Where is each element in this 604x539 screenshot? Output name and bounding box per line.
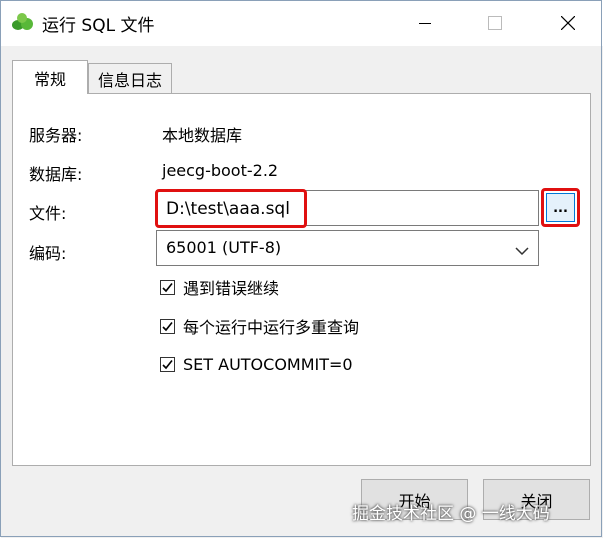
- close-window-button[interactable]: [545, 0, 591, 46]
- chevron-down-icon[interactable]: [515, 241, 529, 260]
- checkmark-icon: [162, 282, 173, 292]
- encoding-label: 编码:: [29, 244, 67, 263]
- continue-on-error-label: 遇到错误继续: [183, 279, 280, 298]
- checkmark-icon: [162, 359, 173, 369]
- option-multiple-queries[interactable]: 每个运行中运行多重查询: [160, 315, 359, 337]
- checkbox-multiple-queries[interactable]: [160, 318, 175, 334]
- autocommit-label: SET AUTOCOMMIT=0: [183, 354, 353, 374]
- window-title: 运行 SQL 文件: [42, 16, 155, 36]
- multiple-queries-label: 每个运行中运行多重查询: [183, 318, 360, 337]
- browse-file-button[interactable]: ...: [546, 193, 575, 222]
- server-label: 服务器:: [29, 126, 83, 145]
- database-label: 数据库:: [29, 165, 83, 184]
- option-autocommit[interactable]: SET AUTOCOMMIT=0: [160, 353, 353, 375]
- file-label: 文件:: [29, 204, 67, 223]
- minimize-button[interactable]: [402, 0, 448, 46]
- checkmark-icon: [162, 321, 173, 331]
- tab-info-log[interactable]: 信息日志: [88, 63, 172, 93]
- database-value: jeecg-boot-2.2: [162, 161, 279, 180]
- tab-panel-general: [12, 93, 591, 466]
- encoding-value: 65001 (UTF-8): [166, 238, 282, 257]
- file-path-value: D:\test\aaa.sql: [166, 199, 290, 219]
- watermark: 掘金技术社区 @ 一线大码: [352, 504, 550, 524]
- title-bar: 运行 SQL 文件: [0, 0, 604, 46]
- server-value: 本地数据库: [162, 126, 243, 145]
- maximize-button[interactable]: [472, 0, 518, 46]
- minimize-icon: [419, 23, 431, 24]
- checkbox-continue-on-error[interactable]: [160, 279, 175, 295]
- app-logo-icon: [12, 12, 34, 32]
- tab-general[interactable]: 常规: [12, 60, 88, 94]
- maximize-icon: [488, 16, 502, 30]
- option-continue-on-error[interactable]: 遇到错误继续: [160, 276, 279, 298]
- close-icon: [561, 16, 575, 30]
- checkbox-autocommit[interactable]: [160, 356, 175, 372]
